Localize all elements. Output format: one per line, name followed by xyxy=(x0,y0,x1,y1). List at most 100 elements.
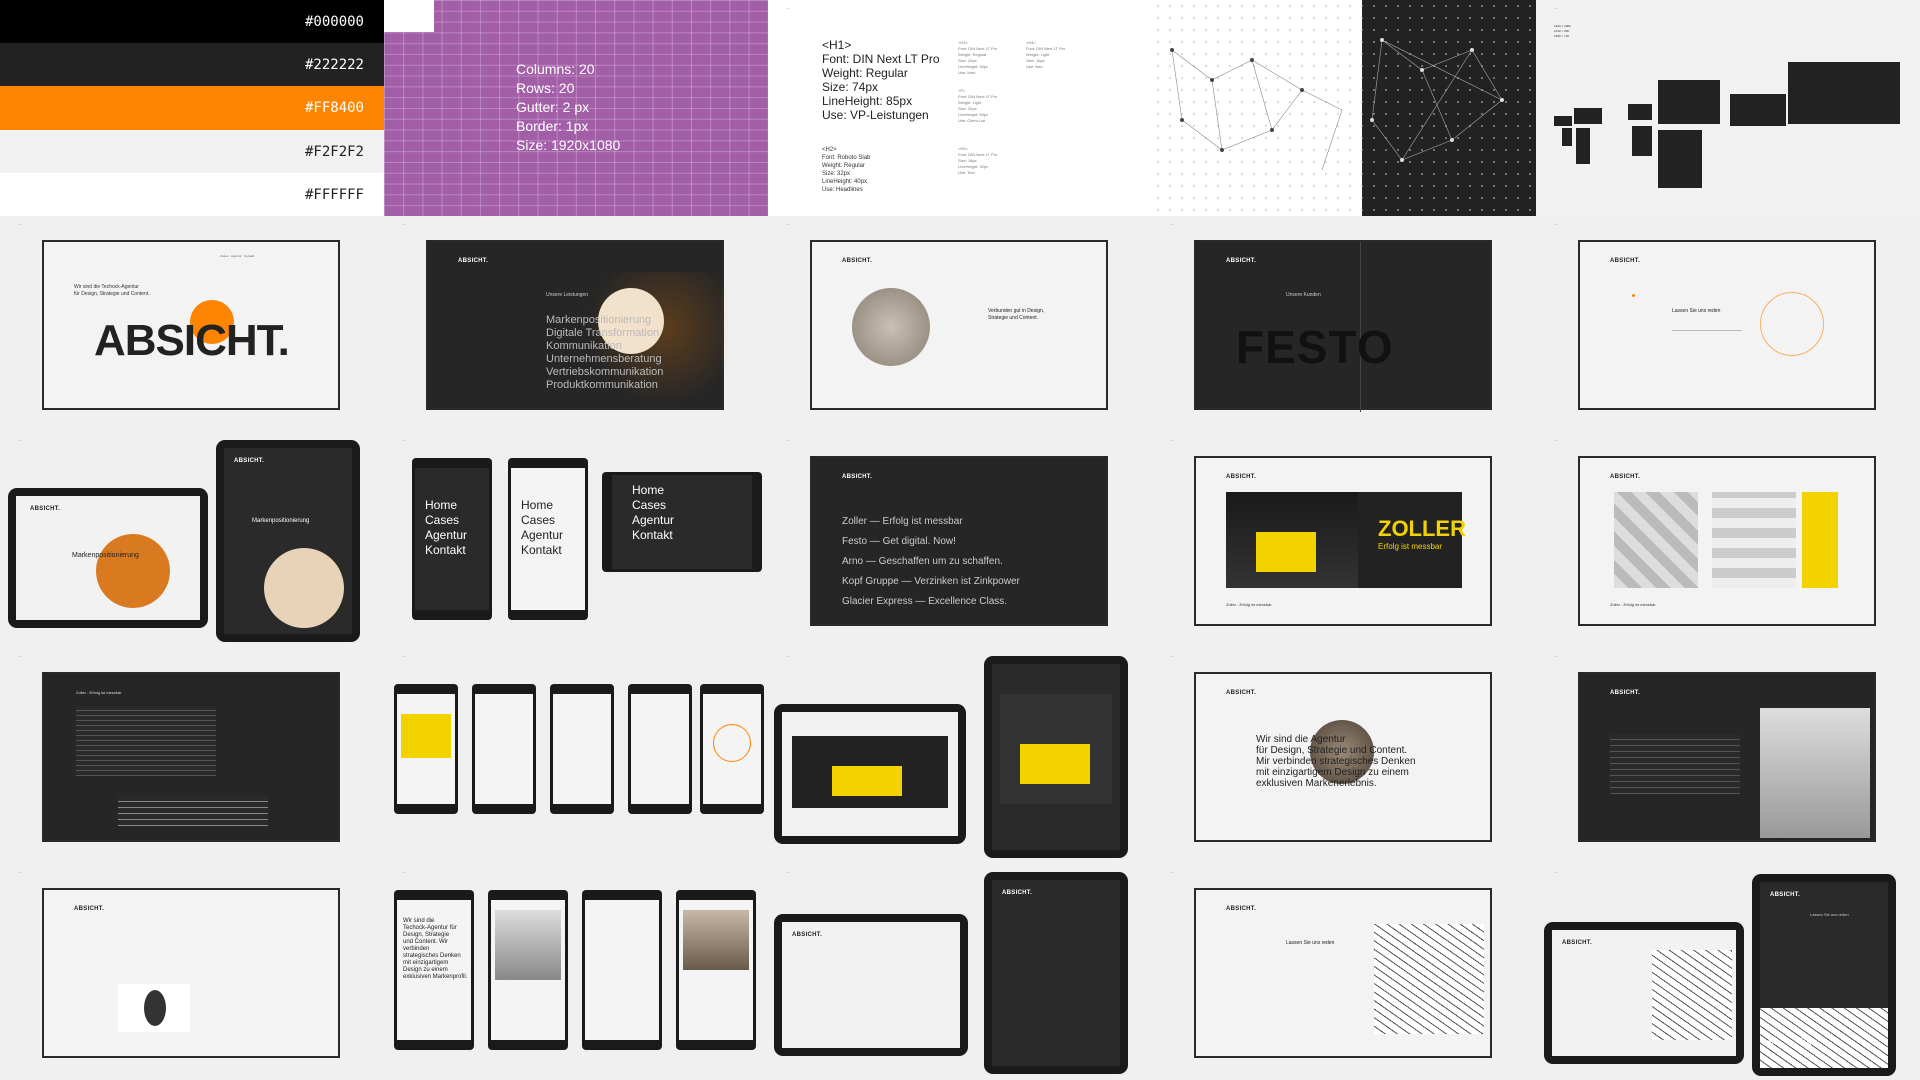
gallery-image-mid xyxy=(1712,492,1796,588)
swatch-hex: #000000 xyxy=(304,14,364,30)
slide-tablet-zoller[interactable]: — xyxy=(768,648,1152,864)
type-spec-small-c: <H4> Font: DIN Next LT Pro Weight: Light Si… xyxy=(1026,40,1066,69)
slide-zoller-detail[interactable]: — Zoller - Erfolg ist messbar xyxy=(0,648,384,864)
logo[interactable]: ABSICHT. xyxy=(842,258,872,264)
logo[interactable]: ABSICHT. xyxy=(1226,906,1256,912)
slide-leistungen[interactable]: — ABSICHT. Unsere Leistungen Markenposit… xyxy=(384,216,768,432)
slide-caption: — xyxy=(1170,870,1174,874)
menu-item[interactable]: Cases xyxy=(521,513,563,528)
menu-item[interactable]: Kontakt xyxy=(632,528,674,543)
presentation-grid: #000000 #222222 #FF8400 #F2F2F2 #FFFFFF Colu… xyxy=(0,0,1920,1080)
slide-team[interactable]: — ABSICHT. xyxy=(0,864,384,1080)
logo[interactable]: ABSICHT. xyxy=(458,258,488,264)
logo[interactable]: ABSICHT. xyxy=(842,474,872,480)
menu-list[interactable]: Home Cases Agentur Kontakt xyxy=(425,498,467,558)
slide-typography[interactable]: — <H1> Font: DIN Next LT Pro Weight: Regu… xyxy=(768,0,1152,216)
logo[interactable]: ABSICHT. xyxy=(1226,258,1256,264)
case-list[interactable]: Zoller — Erfolg ist messbar Festo — Get d… xyxy=(842,512,1020,612)
slide-zoller-gallery[interactable]: — ABSICHT. Zoller - Erfolg ist messbar xyxy=(1536,432,1920,648)
zoller-brand-panel: ZOLLER Erfolg ist messbar xyxy=(1358,492,1466,588)
orange-ring xyxy=(1760,292,1824,356)
slide-caption: — xyxy=(786,870,790,874)
menu-item[interactable]: Kontakt xyxy=(425,543,467,558)
menu-item[interactable]: Home xyxy=(425,498,467,513)
slide-caption: — xyxy=(786,6,790,10)
nav-links[interactable]: Cases Agentur Kontakt xyxy=(220,254,254,258)
slide-number: 9 xyxy=(1768,1036,1775,1048)
slide-case-list[interactable]: — ABSICHT. Zoller — Erfolg ist messbar Fe… xyxy=(768,432,1152,648)
swatch-hex: #FFFFFF xyxy=(304,186,364,203)
slide-tablet-kontakt[interactable]: — ABSICHT. ABSICHT. Lassen Sie uns reden… xyxy=(1536,864,1920,1080)
slide-number: 24 xyxy=(1800,1036,1813,1048)
logo[interactable]: ABSICHT. xyxy=(1610,474,1640,480)
color-swatch: #222222 xyxy=(0,43,384,87)
slide-agentur-dark[interactable]: — ABSICHT. xyxy=(1536,648,1920,864)
slide-caption: — xyxy=(786,222,790,226)
slide-tablet-team[interactable]: — ABSICHT. ABSICHT. xyxy=(768,864,1152,1080)
case-list-item[interactable]: Kopf Gruppe — Verzinken ist Zinkpower xyxy=(842,572,1020,592)
logo[interactable]: ABSICHT. xyxy=(1610,258,1640,264)
slide-hero[interactable]: — Wir sind die Techock-Agentur für Design… xyxy=(0,216,384,432)
monitor: ABSICHT. xyxy=(1578,672,1876,842)
slide-caption: — xyxy=(1554,654,1558,658)
color-swatch: #FFFFFF xyxy=(0,172,384,216)
slide-caption: — xyxy=(1170,222,1174,226)
office-image xyxy=(852,288,930,366)
menu-item[interactable]: Agentur xyxy=(632,513,674,528)
slide-screen-sizes[interactable]: — 1920 × 1080 1440 × 900 1280 × 720 xyxy=(1536,0,1920,216)
menu-item[interactable]: Cases xyxy=(425,513,467,528)
slide-kontakt[interactable]: — ABSICHT. Lassen Sie uns reden xyxy=(1536,216,1920,432)
kunden-title: Unsere Kunden xyxy=(1286,292,1321,298)
team-portrait xyxy=(118,984,190,1032)
slide-phone-screens[interactable]: — xyxy=(384,648,768,864)
menu-item[interactable]: Kontakt xyxy=(521,543,563,558)
monitor: ABSICHT. Lassen Sie uns reden xyxy=(1194,888,1492,1058)
case-list-item[interactable]: Glacier Express — Excellence Class. xyxy=(842,592,1020,612)
case-list-item[interactable]: Festo — Get digital. Now! xyxy=(842,532,1020,552)
slide-kunden[interactable]: — ABSICHT. Unsere Kunden FESTO xyxy=(1152,216,1536,432)
slide-phone-intro[interactable]: — Wir sind die Techock-Agentur für Design,… xyxy=(384,864,768,1080)
slide-caption: — xyxy=(402,654,406,658)
slide-caption: — xyxy=(1554,438,1558,442)
menu-item[interactable]: Home xyxy=(521,498,563,513)
slide-caption: — xyxy=(1554,222,1558,226)
menu-list[interactable]: Home Cases Agentur Kontakt xyxy=(632,483,674,543)
menu-item[interactable]: Home xyxy=(632,483,674,498)
monitor: ABSICHT. ZOLLER Erfolg ist messbar Zolle… xyxy=(1194,456,1492,626)
case-list-item[interactable]: Zoller — Erfolg ist messbar xyxy=(842,512,1020,532)
slide-caption: — xyxy=(1554,870,1558,874)
color-swatch: #FF8400 xyxy=(0,86,384,130)
gallery-image-right xyxy=(1802,492,1838,588)
tablet-landscape: ABSICHT. Markenpositionierung xyxy=(8,488,208,628)
h2-spec: <H2> Font: Roboto Slab Weight: Regular Siz… xyxy=(822,147,871,193)
slide-caption: — xyxy=(18,654,22,658)
slide-grid-spec[interactable]: Columns: 20 Rows: 20 Gutter: 2 px Border: 1… xyxy=(384,0,768,216)
slide-agentur[interactable]: — ABSICHT. Wir sind die Agentur für Desig… xyxy=(1152,648,1536,864)
gallery-image-left xyxy=(1614,492,1698,588)
slide-phone-menu[interactable]: — Home Cases Agentur Kontakt Home Cases Agent… xyxy=(384,432,768,648)
slide-kontakt-map[interactable]: — ABSICHT. Lassen Sie uns reden xyxy=(1152,864,1536,1080)
monitor: ABSICHT. xyxy=(42,888,340,1058)
map[interactable] xyxy=(1374,924,1484,1034)
phone-menu: Home Cases Agentur Kontakt xyxy=(508,458,588,620)
slide-caption: — xyxy=(786,438,790,442)
slide-color-palette[interactable]: #000000 #222222 #FF8400 #F2F2F2 #FFFFFF xyxy=(0,0,384,216)
network-lines xyxy=(1170,38,1504,171)
slide-intro-image[interactable]: — ABSICHT. Verbunden gut in Design, Strat… xyxy=(768,216,1152,432)
logo[interactable]: ABSICHT. xyxy=(1610,690,1640,696)
case-list-item[interactable]: Arno — Geschaffen um zu schaffen. xyxy=(842,552,1020,572)
menu-item[interactable]: Agentur xyxy=(521,528,563,543)
slide-caption: — xyxy=(1170,654,1174,658)
menu-item[interactable]: Cases xyxy=(632,498,674,513)
slide-network-diagram[interactable] xyxy=(1152,0,1536,216)
h2-spec-title: <H2> xyxy=(822,147,837,153)
logo[interactable]: ABSICHT. xyxy=(74,906,104,912)
slide-tablets[interactable]: — ABSICHT. Markenpositionierung ABSICHT.… xyxy=(0,432,384,648)
logo[interactable]: ABSICHT. xyxy=(1226,690,1256,696)
monitor: Zoller - Erfolg ist messbar xyxy=(42,672,340,842)
menu-item[interactable]: Agentur xyxy=(425,528,467,543)
menu-list[interactable]: Home Cases Agentur Kontakt xyxy=(521,498,563,558)
slide-zoller-case[interactable]: — ABSICHT. ZOLLER Erfolg ist messbar Zol… xyxy=(1152,432,1536,648)
grid-corner-box xyxy=(384,0,434,32)
logo[interactable]: ABSICHT. xyxy=(1226,474,1256,480)
